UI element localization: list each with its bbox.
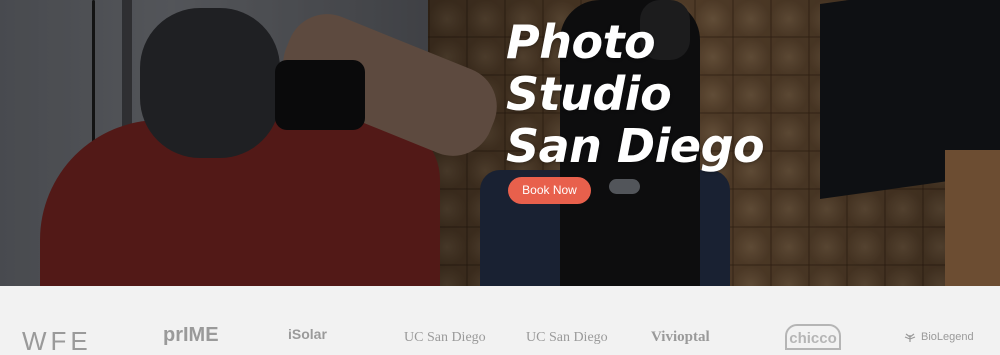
book-now-button[interactable]: Book Now [508, 177, 591, 204]
wfe-logo: WFE [22, 326, 92, 350]
hero-title-line: San Diego [506, 119, 765, 173]
hero-section: Photo Studio San Diego Book Now [0, 0, 1000, 286]
ucsd-logo: UC San Diego [404, 330, 486, 345]
biolegend-logo: BioLegend [902, 331, 974, 355]
hero-title: Photo Studio San Diego [506, 16, 806, 172]
biolegend-label: BioLegend [921, 331, 974, 343]
hero-title-line: Photo [506, 15, 656, 69]
hero-title-line: Studio [506, 67, 672, 121]
solar-logo: iSolar [288, 326, 327, 342]
ucsd-logo: UC San Diego [526, 330, 608, 345]
chicco-logo: chicco [785, 324, 841, 350]
leaf-icon [904, 333, 916, 343]
partner-logos-strip: WFE prIME iSolar UC San Diego UC San Die… [0, 286, 1000, 350]
vivioptal-logo: Vivioptal [651, 329, 710, 345]
slider-pill-indicator[interactable] [609, 179, 640, 194]
prime-logo: prIME [163, 324, 219, 346]
